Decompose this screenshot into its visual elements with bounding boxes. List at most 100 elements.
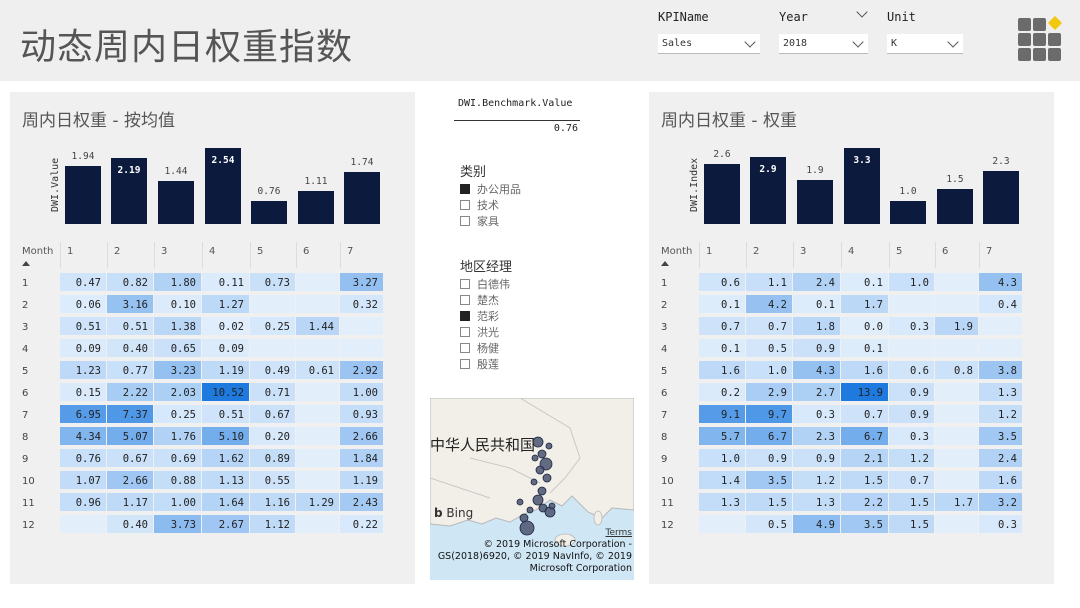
- bar-mark[interactable]: [298, 190, 334, 224]
- matrix-cell[interactable]: 1.00: [340, 383, 384, 403]
- bar-mark[interactable]: [890, 200, 926, 224]
- kpi-dropdown[interactable]: Sales: [658, 34, 760, 54]
- matrix-cell[interactable]: 6.95: [60, 405, 107, 425]
- matrix-cell[interactable]: 2.22: [107, 383, 154, 403]
- matrix-row-header[interactable]: 4: [661, 344, 667, 355]
- matrix-cell[interactable]: 1.0: [699, 449, 746, 469]
- matrix-row-header[interactable]: 5: [22, 366, 28, 377]
- matrix-cell[interactable]: 2.2: [841, 493, 889, 513]
- matrix-cell[interactable]: 1.19: [340, 471, 384, 491]
- checkbox[interactable]: [460, 279, 470, 289]
- matrix-row-header[interactable]: 10: [22, 476, 35, 487]
- matrix-cell[interactable]: [889, 339, 935, 359]
- matrix-cell[interactable]: 2.92: [340, 361, 384, 381]
- matrix-column-header[interactable]: 2: [114, 246, 120, 272]
- matrix-cell[interactable]: 3.5: [979, 427, 1023, 447]
- matrix-cell[interactable]: 2.67: [202, 515, 250, 535]
- matrix-cell[interactable]: 0.7: [889, 471, 935, 491]
- matrix-cell[interactable]: 0.93: [340, 405, 384, 425]
- checkbox[interactable]: [460, 311, 470, 321]
- matrix-cell[interactable]: 1.19: [202, 361, 250, 381]
- bar-mark[interactable]: [797, 180, 833, 224]
- matrix-header-month[interactable]: Month: [661, 246, 692, 272]
- matrix-cell[interactable]: 1.64: [202, 493, 250, 513]
- matrix-cell[interactable]: 1.0: [889, 273, 935, 293]
- bar-mark[interactable]: [937, 189, 973, 224]
- matrix-column-header[interactable]: 4: [848, 246, 854, 272]
- matrix-cell[interactable]: 1.13: [202, 471, 250, 491]
- matrix-cell[interactable]: 0.09: [60, 339, 107, 359]
- matrix-column-header[interactable]: 5: [257, 246, 263, 272]
- matrix-cell[interactable]: 0.3: [889, 427, 935, 447]
- matrix-cell[interactable]: 2.03: [154, 383, 202, 403]
- matrix-cell[interactable]: [935, 295, 979, 315]
- matrix-cell[interactable]: 0.71: [250, 383, 296, 403]
- matrix-cell[interactable]: 3.2: [979, 493, 1023, 513]
- matrix-cell[interactable]: 0.61: [296, 361, 340, 381]
- matrix-row-header[interactable]: 8: [661, 432, 667, 443]
- matrix-cell[interactable]: 1.1: [746, 273, 793, 293]
- matrix-row-header[interactable]: 3: [22, 322, 28, 333]
- matrix-cell[interactable]: 0.9: [746, 449, 793, 469]
- matrix-cell[interactable]: 2.9: [746, 383, 793, 403]
- matrix-cell[interactable]: 1.3: [699, 493, 746, 513]
- matrix-cell[interactable]: 2.7: [793, 383, 841, 403]
- matrix-cell[interactable]: 1.3: [793, 493, 841, 513]
- matrix-cell[interactable]: 1.27: [202, 295, 250, 315]
- matrix-cell[interactable]: 0.77: [107, 361, 154, 381]
- checkbox[interactable]: [460, 184, 470, 194]
- matrix-row-header[interactable]: 9: [661, 454, 667, 465]
- matrix-cell[interactable]: 0.89: [250, 449, 296, 469]
- matrix-cell[interactable]: 3.5: [841, 515, 889, 535]
- matrix-cell[interactable]: 0.76: [60, 449, 107, 469]
- matrix-cell[interactable]: 2.66: [107, 471, 154, 491]
- filter-item[interactable]: 杨健: [460, 340, 499, 355]
- matrix-cell[interactable]: 1.9: [935, 317, 979, 337]
- matrix-cell[interactable]: 3.5: [746, 471, 793, 491]
- matrix-cell[interactable]: 1.5: [746, 493, 793, 513]
- map-terms-link[interactable]: Terms: [605, 528, 632, 538]
- matrix-cell[interactable]: 0.3: [889, 317, 935, 337]
- matrix-cell[interactable]: 3.8: [979, 361, 1023, 381]
- bar-mark[interactable]: [251, 201, 287, 224]
- matrix-header-month[interactable]: Month: [22, 246, 53, 272]
- matrix-cell[interactable]: 0.10: [154, 295, 202, 315]
- checkbox[interactable]: [460, 295, 470, 305]
- matrix-cell[interactable]: [935, 339, 979, 359]
- matrix-cell[interactable]: 1.2: [889, 449, 935, 469]
- filter-item[interactable]: 家具: [460, 213, 499, 228]
- matrix-cell[interactable]: 1.80: [154, 273, 202, 293]
- matrix-row-header[interactable]: 12: [661, 520, 674, 531]
- matrix-cell[interactable]: 1.23: [60, 361, 107, 381]
- matrix-cell[interactable]: 1.17: [107, 493, 154, 513]
- matrix-cell[interactable]: 2.4: [979, 449, 1023, 469]
- matrix-cell[interactable]: 4.34: [60, 427, 107, 447]
- bar-mark[interactable]: [704, 164, 740, 224]
- matrix-cell[interactable]: 1.5: [889, 515, 935, 535]
- matrix-row-header[interactable]: 4: [22, 344, 28, 355]
- year-dropdown[interactable]: 2018: [779, 34, 868, 54]
- matrix-cell[interactable]: 4.3: [793, 361, 841, 381]
- year-slicer-header[interactable]: Year: [779, 6, 868, 28]
- matrix-cell[interactable]: 2.1: [841, 449, 889, 469]
- matrix-cell[interactable]: 0.40: [107, 339, 154, 359]
- matrix-row-header[interactable]: 2: [661, 300, 667, 311]
- matrix-cell[interactable]: 2.4: [793, 273, 841, 293]
- matrix-cell[interactable]: 1.84: [340, 449, 384, 469]
- matrix-row-header[interactable]: 10: [661, 476, 674, 487]
- matrix-row-header[interactable]: 9: [22, 454, 28, 465]
- matrix-cell[interactable]: 0.51: [60, 317, 107, 337]
- matrix-cell[interactable]: 4.2: [746, 295, 793, 315]
- matrix-cell[interactable]: 0.25: [250, 317, 296, 337]
- matrix-cell[interactable]: 1.07: [60, 471, 107, 491]
- matrix-column-header[interactable]: 4: [209, 246, 215, 272]
- matrix-row-header[interactable]: 12: [22, 520, 35, 531]
- matrix-cell[interactable]: 13.9: [841, 383, 889, 403]
- matrix-cell[interactable]: [296, 515, 340, 535]
- matrix-cell[interactable]: 0.51: [107, 317, 154, 337]
- matrix-cell[interactable]: 1.6: [841, 361, 889, 381]
- matrix-cell[interactable]: 1.62: [202, 449, 250, 469]
- matrix-cell[interactable]: 1.7: [841, 295, 889, 315]
- matrix-cell[interactable]: 0.40: [107, 515, 154, 535]
- matrix-cell[interactable]: 3.73: [154, 515, 202, 535]
